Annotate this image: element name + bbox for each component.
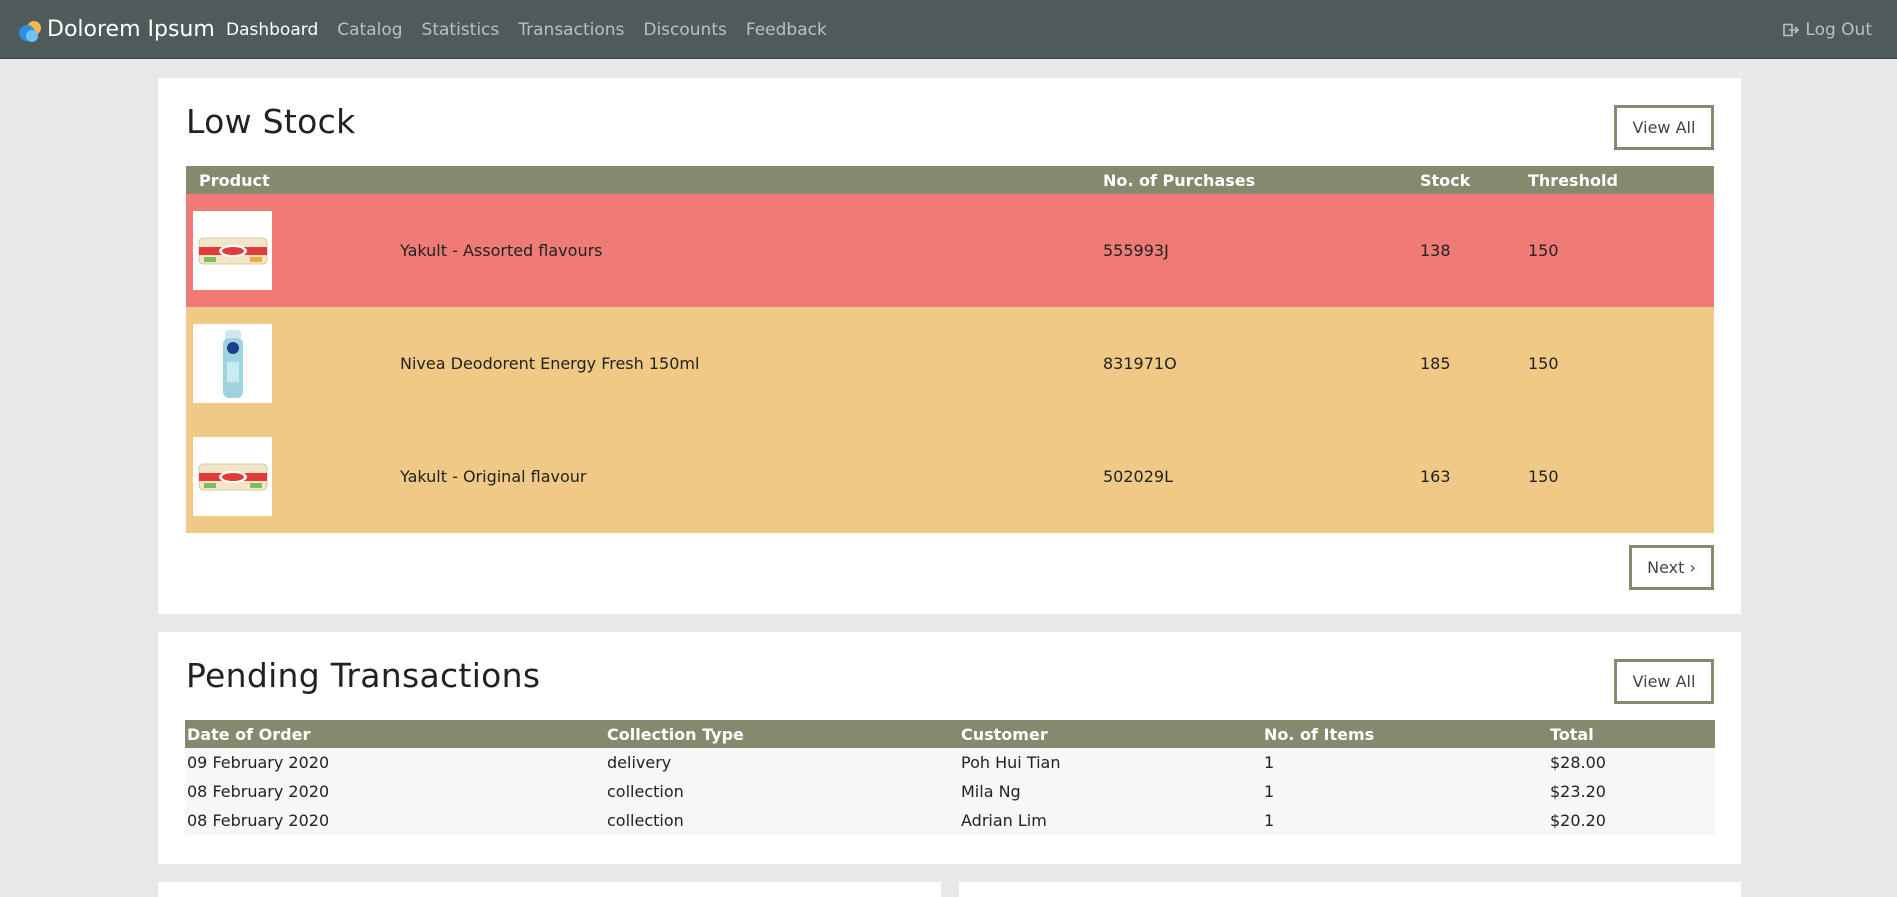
product-stock: 185: [1420, 354, 1451, 373]
collection-type: collection: [607, 782, 684, 801]
col-header-product-name: [400, 166, 1103, 194]
col-header-purchases: No. of Purchases: [1103, 166, 1420, 194]
table-row[interactable]: 08 February 2020 collection Adrian Lim 1…: [185, 806, 1715, 835]
pending-title: Pending Transactions: [186, 656, 541, 695]
logout-button[interactable]: Log Out: [1783, 0, 1872, 59]
col-header-product: Product: [186, 166, 400, 194]
product-image-cell: [186, 307, 400, 420]
customer-name: Poh Hui Tian: [961, 753, 1061, 772]
low-stock-next-button[interactable]: Next ›: [1629, 545, 1714, 590]
low-stock-title: Low Stock: [186, 102, 356, 141]
col-header-items: No. of Items: [1264, 720, 1550, 748]
order-total: $28.00: [1550, 753, 1606, 772]
product-purchases: 831971O: [1103, 354, 1177, 373]
nav-link-dashboard[interactable]: Dashboard: [226, 20, 318, 40]
table-row[interactable]: Yakult - Assorted flavours 555993J 138 1…: [186, 194, 1714, 307]
product-stock: 138: [1420, 241, 1451, 260]
customer-name: Adrian Lim: [961, 811, 1047, 830]
product-threshold: 150: [1528, 354, 1559, 373]
item-count: 1: [1264, 811, 1275, 830]
table-row[interactable]: Nivea Deodorent Energy Fresh 150ml 83197…: [186, 307, 1714, 420]
nav-link-catalog[interactable]: Catalog: [337, 20, 402, 40]
product-image-cell: [186, 194, 400, 307]
col-header-total: Total: [1550, 720, 1715, 748]
product-threshold: 150: [1528, 241, 1559, 260]
pending-view-all-button[interactable]: View All: [1614, 659, 1714, 704]
product-image: [193, 211, 272, 290]
order-date: 08 February 2020: [187, 811, 330, 830]
product-image-cell: [186, 420, 400, 533]
item-count: 1: [1264, 753, 1275, 772]
customer-name: Mila Ng: [961, 782, 1021, 801]
brand-link[interactable]: Dolorem Ipsum: [17, 0, 215, 59]
product-threshold: 150: [1528, 467, 1559, 486]
nav-link-statistics[interactable]: Statistics: [422, 20, 500, 40]
nivea-deodorant-image: [222, 329, 243, 398]
product-stock: 163: [1420, 467, 1451, 486]
product-name: Nivea Deodorent Energy Fresh 150ml: [400, 354, 700, 373]
pending-header-row: Date of Order Collection Type Customer N…: [185, 720, 1715, 748]
yakult-pack-image: [198, 237, 267, 264]
product-image: [193, 324, 272, 403]
product-purchases: 502029L: [1103, 467, 1173, 486]
brand-name: Dolorem Ipsum: [47, 17, 215, 42]
brand-logo-icon: [17, 17, 43, 43]
col-header-stock: Stock: [1420, 166, 1528, 194]
logout-label: Log Out: [1805, 19, 1872, 40]
order-date: 08 February 2020: [187, 782, 330, 801]
product-purchases: 555993J: [1103, 241, 1169, 260]
col-header-threshold: Threshold: [1528, 166, 1714, 194]
collection-type: collection: [607, 811, 684, 830]
col-header-collection: Collection Type: [607, 720, 961, 748]
col-header-date: Date of Order: [185, 720, 607, 748]
nav-link-feedback[interactable]: Feedback: [746, 20, 827, 40]
product-name: Yakult - Original flavour: [400, 467, 587, 486]
order-total: $20.20: [1550, 811, 1606, 830]
pending-transactions-card: Pending Transactions View All Date of Or…: [158, 632, 1741, 864]
item-count: 1: [1264, 782, 1275, 801]
nav-link-discounts[interactable]: Discounts: [643, 20, 727, 40]
collection-type: delivery: [607, 753, 672, 772]
col-header-customer: Customer: [961, 720, 1264, 748]
nav-links: Dashboard Catalog Statistics Transaction…: [226, 0, 846, 59]
top-navbar: Dolorem Ipsum Dashboard Catalog Statisti…: [0, 0, 1897, 59]
table-row[interactable]: 09 February 2020 delivery Poh Hui Tian 1…: [185, 748, 1715, 777]
low-stock-table: Product No. of Purchases Stock Threshold: [186, 166, 1714, 533]
low-stock-view-all-button[interactable]: View All: [1614, 105, 1714, 150]
low-stock-header-row: Product No. of Purchases Stock Threshold: [186, 166, 1714, 194]
bottom-left-card: [158, 882, 941, 897]
product-name: Yakult - Assorted flavours: [400, 241, 603, 260]
order-date: 09 February 2020: [187, 753, 330, 772]
nav-link-transactions[interactable]: Transactions: [518, 20, 624, 40]
pending-table: Date of Order Collection Type Customer N…: [185, 720, 1715, 835]
sign-out-icon: [1783, 23, 1800, 36]
yakult-pack-image: [198, 463, 267, 490]
order-total: $23.20: [1550, 782, 1606, 801]
table-row[interactable]: Yakult - Original flavour 502029L 163 15…: [186, 420, 1714, 533]
table-row[interactable]: 08 February 2020 collection Mila Ng 1 $2…: [185, 777, 1715, 806]
bottom-right-card: [959, 882, 1741, 897]
product-image: [193, 437, 272, 516]
low-stock-card: Low Stock View All Product No. of Purcha…: [158, 78, 1741, 614]
